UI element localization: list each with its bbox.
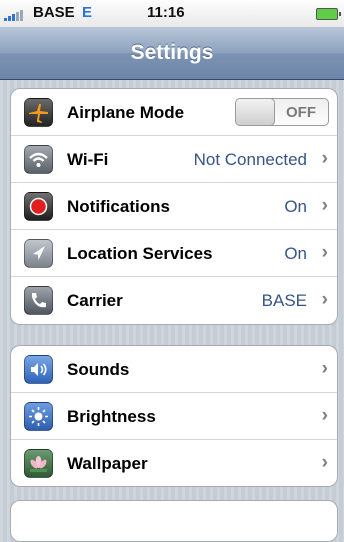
settings-row-location-services[interactable]: Location Services On › xyxy=(11,230,337,277)
settings-row-label: Brightness xyxy=(67,407,156,426)
wifi-icon xyxy=(24,145,53,174)
location-icon xyxy=(24,239,53,268)
settings-row-sounds[interactable]: Sounds › xyxy=(11,346,337,393)
battery-icon xyxy=(316,8,341,20)
status-bar: BASE E 11:16 xyxy=(0,0,344,27)
chevron-right-icon: › xyxy=(321,358,328,379)
settings-row-label: Carrier xyxy=(67,291,123,310)
toggle-knob[interactable] xyxy=(236,99,275,125)
settings-row-value: On xyxy=(284,244,307,263)
settings-group-connectivity: Airplane Mode OFF Wi-Fi Not Connected › … xyxy=(10,88,338,325)
page-title: Settings xyxy=(130,41,214,64)
settings-row-label: Airplane Mode xyxy=(67,103,185,122)
settings-row-label: Location Services xyxy=(67,244,213,263)
chevron-right-icon: › xyxy=(321,195,328,216)
airplane-mode-toggle[interactable]: OFF xyxy=(235,98,329,126)
network-type: E xyxy=(82,4,93,21)
chevron-right-icon: › xyxy=(321,242,328,263)
sun-icon xyxy=(24,402,53,431)
settings-row-label: Wallpaper xyxy=(67,454,148,473)
settings-row-wallpaper[interactable]: Wallpaper › xyxy=(11,440,337,486)
settings-row-value: On xyxy=(284,197,307,216)
settings-row-wifi[interactable]: Wi-Fi Not Connected › xyxy=(11,136,337,183)
signal-strength-icon xyxy=(4,9,26,21)
settings-row-value: Not Connected xyxy=(193,150,307,169)
chevron-right-icon: › xyxy=(321,452,328,473)
settings-group-next xyxy=(10,500,338,542)
chevron-right-icon: › xyxy=(321,405,328,426)
airplane-icon xyxy=(24,98,53,127)
settings-row-label: Wi-Fi xyxy=(67,150,109,169)
settings-row-notifications[interactable]: Notifications On › xyxy=(11,183,337,230)
carrier-phone-icon xyxy=(24,286,53,315)
settings-row-brightness[interactable]: Brightness › xyxy=(11,393,337,440)
settings-row-label: Sounds xyxy=(67,360,130,379)
notifications-icon xyxy=(24,192,53,221)
clock: 11:16 xyxy=(147,4,185,21)
speaker-icon xyxy=(24,355,53,384)
settings-row-label: Notifications xyxy=(67,197,170,216)
flower-icon xyxy=(24,449,53,478)
chevron-right-icon: › xyxy=(321,289,328,310)
settings-row-carrier[interactable]: Carrier BASE › xyxy=(11,277,337,324)
toggle-state-label: OFF xyxy=(286,104,316,121)
carrier-name: BASE xyxy=(33,4,75,21)
settings-row-value: BASE xyxy=(261,291,307,310)
chevron-right-icon: › xyxy=(321,148,328,169)
settings-row-airplane-mode: Airplane Mode OFF xyxy=(11,89,337,136)
navigation-bar: Settings xyxy=(0,27,344,80)
settings-group-display-sound: Sounds › Brightness › Wallpaper › xyxy=(10,345,338,487)
